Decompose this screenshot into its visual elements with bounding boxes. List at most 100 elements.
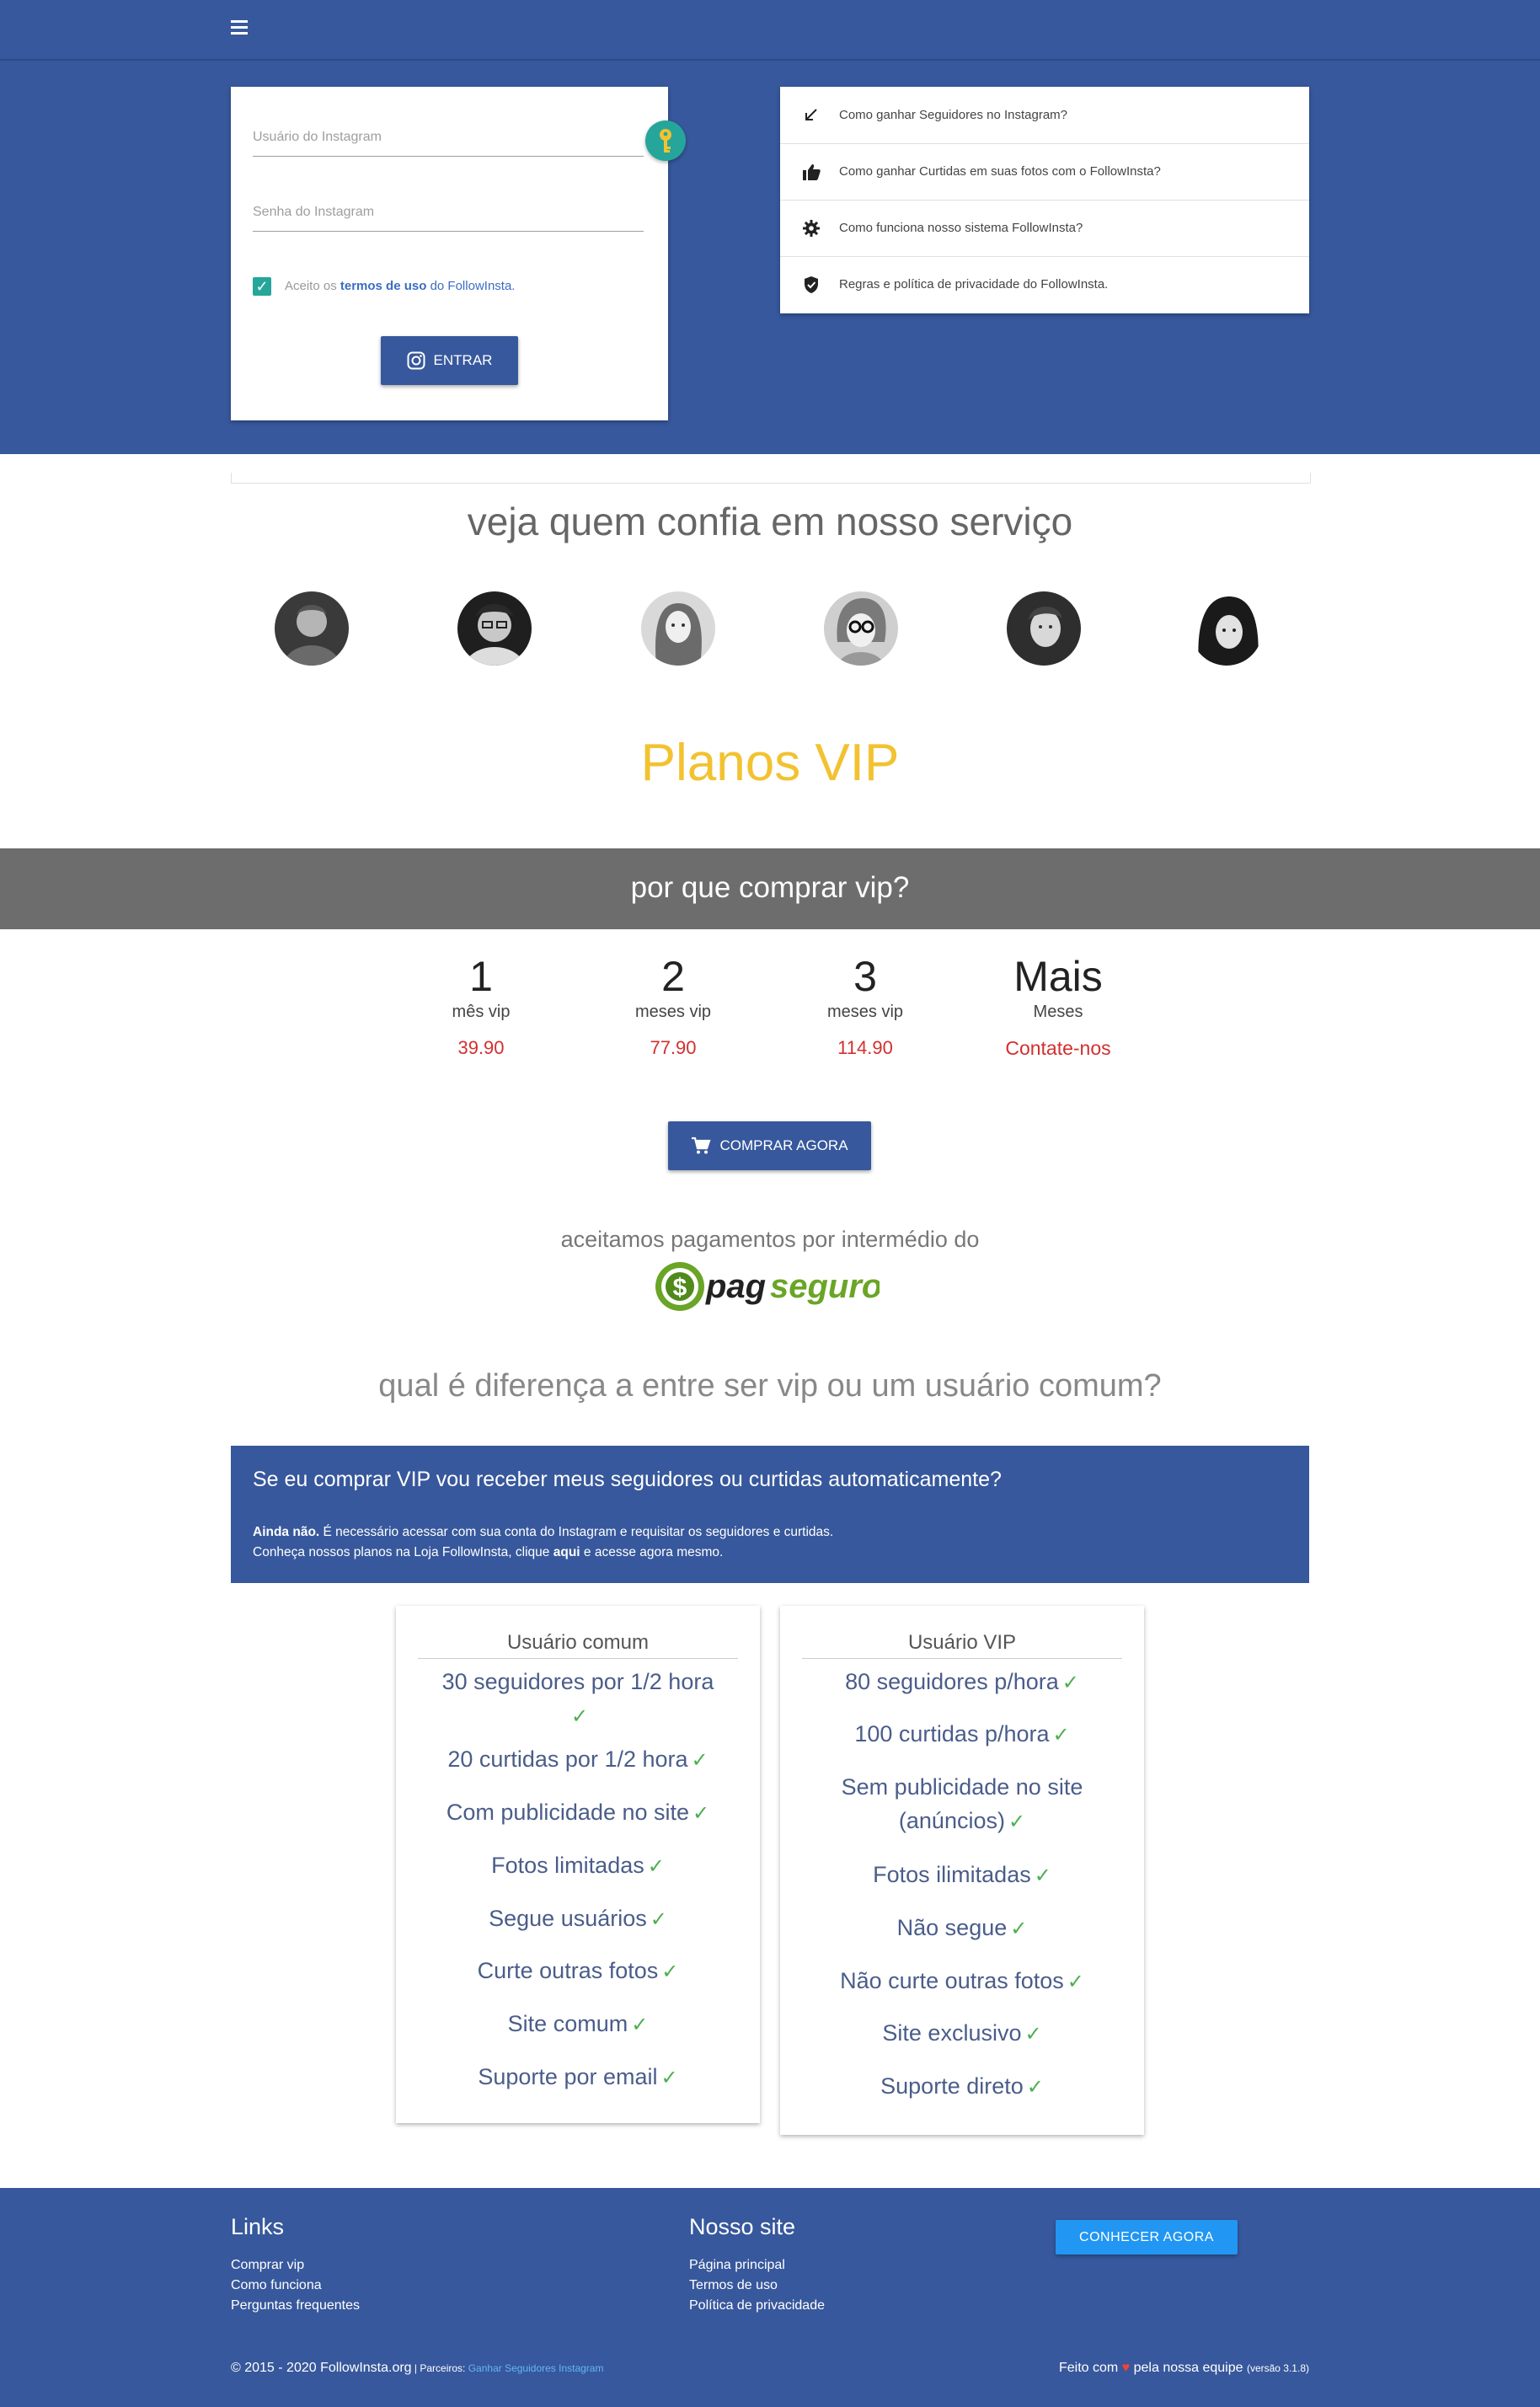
login-card: ✓ Aceito os termos de uso do FollowInsta…: [231, 87, 686, 420]
list-item: 100 curtidas p/hora ✓: [854, 1721, 1070, 1746]
list-item: 30 seguidores por 1/2 hora ✓: [441, 1669, 714, 1728]
plan-unit: meses vip: [634, 1003, 712, 1021]
instagram-icon: [407, 351, 425, 370]
plan-2-months: 2 meses vip 77.90: [606, 952, 741, 1059]
plan-price: 114.90: [837, 1037, 893, 1058]
copyright: © 2015 - 2020 FollowInsta.org | Parceiro…: [231, 2361, 603, 2376]
plan-number: 3: [853, 953, 877, 1000]
plan-unit: meses vip: [826, 1003, 904, 1021]
check-icon: ✓: [1008, 1811, 1026, 1833]
plan-price: 39.90: [457, 1037, 505, 1058]
list-item: 80 seguidores p/hora ✓: [845, 1669, 1079, 1694]
plan-unit: mês vip: [452, 1003, 511, 1021]
footer-link-how-it-works[interactable]: Como funciona: [231, 2278, 322, 2293]
know-now-button[interactable]: CONHECER AGORA: [1056, 2220, 1238, 2255]
footer-site-title: Nosso site: [689, 2214, 796, 2239]
vip-plans-title: Planos VIP: [640, 734, 900, 792]
avatar: [824, 591, 898, 666]
list-item: 20 curtidas por 1/2 hora ✓: [447, 1746, 709, 1772]
enter-button[interactable]: ENTRAR: [381, 336, 518, 385]
faq-here-link[interactable]: aqui: [553, 1545, 580, 1559]
made-suffix: pela nossa equipe: [1130, 2361, 1247, 2375]
check-icon: ✓: [647, 1855, 665, 1878]
enter-label: ENTRAR: [433, 352, 493, 368]
terms-link[interactable]: termos de uso: [340, 279, 427, 293]
avatar: [641, 591, 715, 666]
divider: [231, 473, 1311, 484]
help-item-followers[interactable]: Como ganhar Seguidores no Instagram?: [780, 87, 1309, 144]
plan-price: 77.90: [650, 1037, 697, 1058]
avatar: [1190, 591, 1263, 666]
copyright-text: © 2015 - 2020 FollowInsta.org: [231, 2361, 412, 2375]
check-icon: ✓: [661, 1960, 679, 1983]
faq-box: Se eu comprar VIP vou receber meus segui…: [231, 1446, 1309, 1583]
list-item: Fotos limitadas ✓: [491, 1853, 665, 1878]
plan-number: Mais: [1013, 953, 1103, 1000]
gear-icon: [797, 219, 826, 238]
check-icon: ✓: [631, 2014, 649, 2036]
buy-now-label: COMPRAR AGORA: [719, 1137, 848, 1153]
list-item: Segue usuários ✓: [489, 1906, 667, 1931]
buy-now-button[interactable]: COMPRAR AGORA: [668, 1121, 871, 1170]
password-input[interactable]: [253, 197, 644, 227]
list-item: Não curte outras fotos ✓: [840, 1968, 1084, 1993]
help-item-privacy[interactable]: Regras e política de privacidade do Foll…: [780, 256, 1309, 313]
footer-link-buy-vip[interactable]: Comprar vip: [231, 2258, 304, 2273]
footer-link-home[interactable]: Página principal: [689, 2258, 785, 2273]
list-item: Suporte por email ✓: [478, 2064, 678, 2089]
faq-answer: Ainda não. É necessário acessar com sua …: [253, 1522, 833, 1563]
plan-number: 2: [661, 953, 685, 1000]
username-input[interactable]: [253, 122, 644, 152]
avatar: [1007, 591, 1081, 666]
list-item: Sem publicidade no site (anúncios) ✓: [841, 1774, 1083, 1833]
partner-link[interactable]: Ganhar Seguidores Instagram: [468, 2362, 604, 2374]
check-icon: ✓: [570, 1705, 589, 1728]
list-item: Com publicidade no site ✓: [446, 1800, 710, 1825]
footer-links-title: Links: [231, 2214, 285, 2239]
trust-title: veja quem confia em nosso serviço: [467, 500, 1073, 543]
check-icon: ✓: [691, 1749, 709, 1772]
check-icon: ✓: [1034, 1864, 1051, 1887]
terms-checkbox[interactable]: ✓: [253, 277, 271, 296]
key-icon[interactable]: [645, 120, 686, 161]
help-item-likes[interactable]: Como ganhar Curtidas em suas fotos com o…: [780, 143, 1309, 201]
list-item: Site comum ✓: [507, 2011, 649, 2036]
cart-icon: [692, 1137, 711, 1154]
made-by: Feito com ♥ pela nossa equipe (versão 3.…: [1056, 2361, 1309, 2376]
check-icon: ✓: [692, 1802, 710, 1825]
help-item-label: Como ganhar Curtidas em suas fotos com o…: [839, 164, 1161, 179]
faq-question: Se eu comprar VIP vou receber meus segui…: [253, 1468, 1002, 1491]
check-icon: ✓: [1061, 1672, 1079, 1694]
thumbs-up-icon: [797, 163, 826, 181]
common-user-card: Usuário comum 30 seguidores por 1/2 hora…: [396, 1606, 760, 2123]
why-vip-title: por que comprar vip?: [630, 871, 910, 904]
arrow-down-left-icon: [797, 107, 826, 124]
list-item: Fotos ilimitadas ✓: [873, 1862, 1051, 1887]
faq-answer-line2-end: e acesse agora mesmo.: [580, 1545, 724, 1559]
check-icon: ✓: [1067, 1971, 1084, 1993]
card-title: Usuário VIP: [802, 1631, 1122, 1659]
vip-user-card: Usuário VIP 80 seguidores p/hora ✓ 100 cu…: [780, 1606, 1144, 2135]
footer-link-faq[interactable]: Perguntas frequentes: [231, 2298, 360, 2313]
terms-prefix: Aceito os: [285, 279, 340, 293]
faq-answer-bold: Ainda não.: [253, 1525, 320, 1539]
help-item-label: Como ganhar Seguidores no Instagram?: [839, 108, 1067, 122]
faq-answer-text: É necessário acessar com sua conta do In…: [319, 1525, 834, 1539]
help-item-label: Regras e política de privacidade do Foll…: [839, 277, 1109, 292]
plan-3-months: 3 meses vip 114.90: [798, 952, 933, 1059]
terms-label: Aceito os termos de uso do FollowInsta.: [285, 279, 515, 293]
footer-link-privacy[interactable]: Política de privacidade: [689, 2298, 825, 2313]
terms-suffix[interactable]: do FollowInsta.: [426, 279, 516, 293]
svg-text:$: $: [673, 1274, 687, 1302]
payment-text: aceitamos pagamentos por intermédio do: [560, 1227, 980, 1252]
menu-icon[interactable]: [231, 20, 253, 39]
check-icon: ✓: [650, 1908, 667, 1931]
help-item-system[interactable]: Como funciona nosso sistema FollowInsta?: [780, 200, 1309, 257]
contact-link[interactable]: Contate-nos: [991, 1037, 1126, 1060]
heart-icon: ♥: [1121, 2361, 1131, 2375]
shield-check-icon: [797, 275, 826, 294]
pagseguro-logo: $ pag seguro: [652, 1257, 882, 1316]
help-item-label: Como funciona nosso sistema FollowInsta?: [839, 221, 1083, 235]
footer-link-terms[interactable]: Termos de uso: [689, 2278, 778, 2293]
check-icon: ✓: [660, 2067, 678, 2089]
